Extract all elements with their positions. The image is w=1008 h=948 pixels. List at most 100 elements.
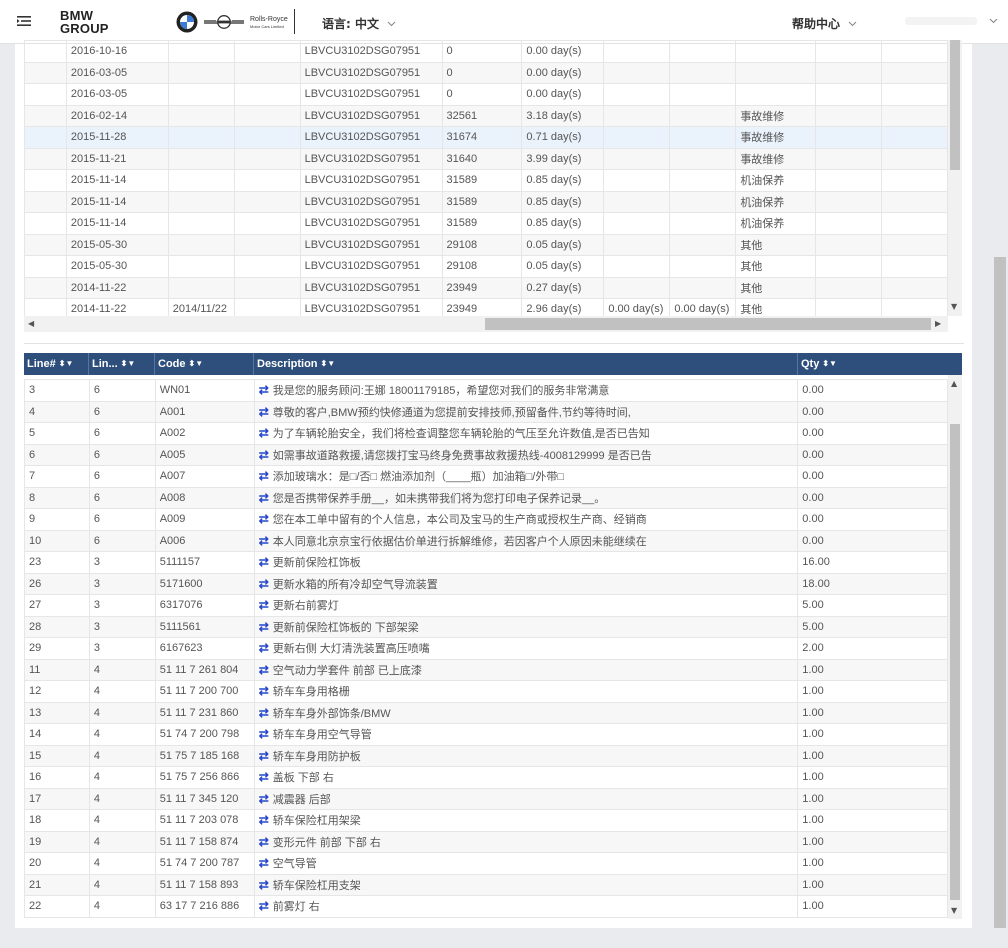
table-cell: 机油保养	[735, 212, 817, 235]
column-header-line-type[interactable]: Lin... ⬍▼	[89, 353, 155, 375]
swap-arrows-icon[interactable]: ⇄	[259, 641, 269, 655]
swap-arrows-icon[interactable]: ⇄	[259, 899, 269, 913]
list-item[interactable]: 28 3 5111561 ⇄ 更新前保险杠饰板的 下部架梁 5.00	[24, 615, 948, 638]
table-row[interactable]: 2015-11-14 LBVCU3102DSG07951 31589 0.85 day…	[24, 169, 948, 192]
swap-arrows-icon[interactable]: ⇄	[259, 555, 269, 569]
swap-arrows-icon[interactable]: ⇄	[259, 792, 269, 806]
swap-arrows-icon[interactable]: ⇄	[259, 835, 269, 849]
column-header-description[interactable]: Description ⬍▼	[254, 353, 798, 375]
bmw-group-logo[interactable]: BMW GROUP	[60, 9, 109, 35]
swap-arrows-icon[interactable]: ⇄	[259, 770, 269, 784]
list-item[interactable]: 13 4 51 11 7 231 860 ⇄ 轿车车身外部饰条/BMW 1.00	[24, 701, 948, 724]
list-item[interactable]: 15 4 51 75 7 185 168 ⇄ 轿车车身用防护板 1.00	[24, 744, 948, 767]
menu-toggle-icon[interactable]	[16, 13, 32, 29]
swap-arrows-icon[interactable]: ⇄	[259, 512, 269, 526]
user-name-blurred[interactable]	[905, 17, 977, 25]
user-menu-chevron-icon[interactable]	[989, 16, 998, 25]
swap-arrows-icon[interactable]: ⇄	[259, 749, 269, 763]
list-item[interactable]: 11 4 51 11 7 261 804 ⇄ 空气动力学套件 前部 已上底漆 1.00	[24, 658, 948, 681]
swap-arrows-icon[interactable]: ⇄	[259, 469, 269, 483]
table-cell: 1.00	[797, 701, 948, 724]
list-item[interactable]: 9 6 A009 ⇄ 您在本工单中留有的个人信息，本公司及宝马的生产商或授权生产商、经销…	[24, 508, 948, 531]
description-cell: ⇄ 前雾灯 右	[253, 895, 799, 918]
table-cell: 0	[441, 61, 523, 84]
sort-filter-icon[interactable]: ⬍▼	[189, 353, 204, 375]
scroll-right-arrow-icon[interactable]: ▶	[935, 320, 941, 328]
sort-filter-icon[interactable]: ⬍▼	[121, 353, 136, 375]
list-item[interactable]: 7 6 A007 ⇄ 添加玻璃水：是□/否□ 燃油添加剂（____瓶）加油箱□/外带□ 0…	[24, 465, 948, 488]
history-grid-hscroll-thumb[interactable]	[485, 318, 931, 330]
scroll-up-arrow-icon[interactable]: ▲	[951, 380, 957, 388]
swap-arrows-icon[interactable]: ⇄	[259, 706, 269, 720]
table-row[interactable]: 2015-05-30 LBVCU3102DSG07951 29108 0.05 day…	[24, 255, 948, 278]
swap-arrows-icon[interactable]: ⇄	[259, 598, 269, 612]
description-text: 更新右前雾灯	[272, 600, 339, 613]
table-cell: 16	[24, 766, 90, 789]
table-row[interactable]: 2015-05-30 LBVCU3102DSG07951 29108 0.05 day…	[24, 233, 948, 256]
swap-arrows-icon[interactable]: ⇄	[259, 620, 269, 634]
sort-filter-icon[interactable]: ⬍▼	[822, 353, 837, 375]
table-cell: 13	[24, 701, 90, 724]
table-cell: 29	[24, 637, 90, 660]
page-scrollbar-thumb[interactable]	[994, 257, 1006, 928]
table-row[interactable]: 2016-03-05 LBVCU3102DSG07951 0 0.00 day(s)	[24, 61, 948, 84]
column-header-qty[interactable]: Qty ⬍▼	[798, 353, 948, 375]
column-header-code[interactable]: Code ⬍▼	[155, 353, 254, 375]
list-item[interactable]: 18 4 51 11 7 203 078 ⇄ 轿车保险杠用架梁 1.00	[24, 809, 948, 832]
list-item[interactable]: 22 4 63 17 7 216 886 ⇄ 前雾灯 右 1.00	[24, 895, 948, 918]
job-lines-vscroll-thumb[interactable]	[950, 424, 960, 900]
list-item[interactable]: 14 4 51 74 7 200 798 ⇄ 轿车车身用空气导管 1.00	[24, 723, 948, 746]
list-item[interactable]: 10 6 A006 ⇄ 本人同意北京京宝行依据估价单进行拆解维修，若因客户个人原因未能继…	[24, 529, 948, 552]
table-row[interactable]: 2016-03-05 LBVCU3102DSG07951 0 0.00 day(s)	[24, 83, 948, 106]
table-row[interactable]: 2014-11-22 LBVCU3102DSG07951 23949 0.27 day…	[24, 276, 948, 299]
swap-arrows-icon[interactable]: ⇄	[259, 426, 269, 440]
list-item[interactable]: 6 6 A005 ⇄ 如需事故道路救援,请您拨打宝马终身免费事故救援热线-4008129…	[24, 443, 948, 466]
swap-arrows-icon[interactable]: ⇄	[259, 813, 269, 827]
list-item[interactable]: 27 3 6317076 ⇄ 更新右前雾灯 5.00	[24, 594, 948, 617]
list-item[interactable]: 23 3 5111157 ⇄ 更新前保险杠饰板 16.00	[24, 551, 948, 574]
list-item[interactable]: 5 6 A002 ⇄ 为了车辆轮胎安全，我们将检查调整您车辆轮胎的气压至允许数值,是否已…	[24, 422, 948, 445]
table-row[interactable]: 2015-11-14 LBVCU3102DSG07951 31589 0.85 day…	[24, 190, 948, 213]
swap-arrows-icon[interactable]: ⇄	[259, 534, 269, 548]
table-row[interactable]: 2015-11-14 LBVCU3102DSG07951 31589 0.85 day…	[24, 212, 948, 235]
swap-arrows-icon[interactable]: ⇄	[259, 727, 269, 741]
description-cell: ⇄ 更新前保险杠饰板	[253, 551, 799, 574]
sort-filter-icon[interactable]: ⬍▼	[321, 353, 336, 375]
list-item[interactable]: 21 4 51 11 7 158 893 ⇄ 轿车保险杠用支架 1.00	[24, 873, 948, 896]
swap-arrows-icon[interactable]: ⇄	[259, 491, 269, 505]
table-cell: 22	[24, 895, 90, 918]
list-item[interactable]: 8 6 A008 ⇄ 您是否携带保养手册__，如未携带我们将为您打印电子保养记录__。 0…	[24, 486, 948, 509]
list-item[interactable]: 4 6 A001 ⇄ 尊敬的客户,BMW预约快修通道为您提前安排技师,预留备件,节约等待…	[24, 400, 948, 423]
swap-arrows-icon[interactable]: ⇄	[259, 856, 269, 870]
swap-arrows-icon[interactable]: ⇄	[259, 663, 269, 677]
list-item[interactable]: 26 3 5171600 ⇄ 更新水箱的所有冷却空气导流装置 18.00	[24, 572, 948, 595]
swap-arrows-icon[interactable]: ⇄	[259, 405, 269, 419]
table-row[interactable]: 2014-11-22 2014/11/22 LBVCU3102DSG07951 239…	[24, 298, 948, 316]
list-item[interactable]: 29 3 6167623 ⇄ 更新右侧 大灯清洗装置高压喷嘴 2.00	[24, 637, 948, 660]
swap-arrows-icon[interactable]: ⇄	[259, 878, 269, 892]
history-grid-vscroll-thumb[interactable]	[950, 40, 960, 170]
list-item[interactable]: 3 6 WN01 ⇄ 我是您的服务顾问:王娜 18001179185，希望您对我们的服务…	[24, 379, 948, 402]
scroll-left-arrow-icon[interactable]: ◀	[28, 320, 34, 328]
swap-arrows-icon[interactable]: ⇄	[259, 383, 269, 397]
swap-arrows-icon[interactable]: ⇄	[259, 684, 269, 698]
swap-arrows-icon[interactable]: ⇄	[259, 577, 269, 591]
table-row[interactable]: 2015-11-21 LBVCU3102DSG07951 31640 3.99 day…	[24, 147, 948, 170]
scroll-down-arrow-icon[interactable]: ▼	[951, 303, 957, 311]
list-item[interactable]: 12 4 51 11 7 200 700 ⇄ 轿车车身用格栅 1.00	[24, 680, 948, 703]
scroll-down-arrow-icon[interactable]: ▼	[951, 907, 957, 915]
list-item[interactable]: 20 4 51 74 7 200 787 ⇄ 空气导管 1.00	[24, 852, 948, 875]
table-row[interactable]: 2016-10-16 LBVCU3102DSG07951 0 0.00 day(s)	[24, 40, 948, 63]
table-cell	[669, 233, 737, 256]
sort-filter-icon[interactable]: ⬍▼	[59, 353, 74, 375]
table-row[interactable]: 2015-11-28 LBVCU3102DSG07951 31674 0.71 day…	[24, 126, 948, 149]
language-selector[interactable]: 语言: 中文	[322, 15, 396, 32]
list-item[interactable]: 19 4 51 11 7 158 874 ⇄ 变形元件 前部 下部 右 1.00	[24, 830, 948, 853]
list-item[interactable]: 16 4 51 75 7 256 866 ⇄ 盖板 下部 右 1.00	[24, 766, 948, 789]
table-row[interactable]: 2016-02-14 LBVCU3102DSG07951 32561 3.18 day…	[24, 104, 948, 127]
column-header-line-no[interactable]: Line# ⬍▼	[24, 353, 89, 375]
help-center-menu[interactable]: 帮助中心	[792, 15, 857, 32]
list-item[interactable]: 17 4 51 11 7 345 120 ⇄ 减震器 后部 1.00	[24, 787, 948, 810]
table-cell	[167, 147, 235, 170]
swap-arrows-icon[interactable]: ⇄	[259, 448, 269, 462]
